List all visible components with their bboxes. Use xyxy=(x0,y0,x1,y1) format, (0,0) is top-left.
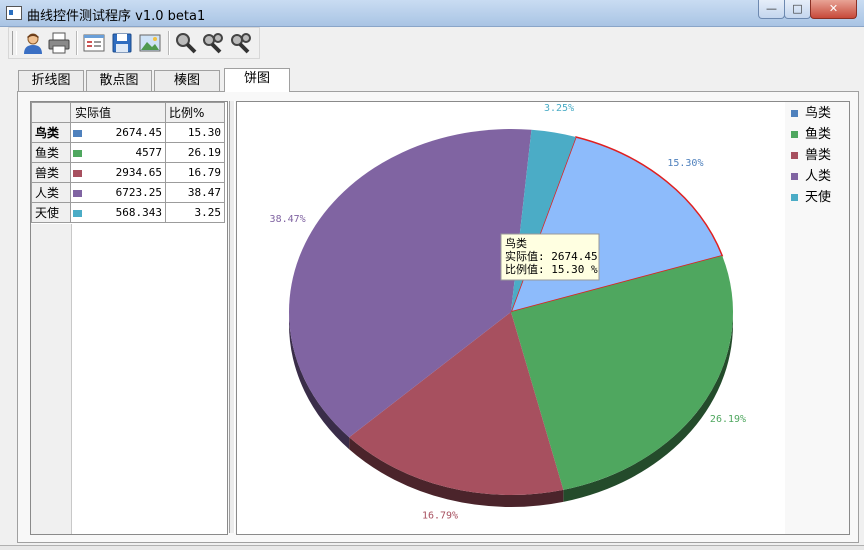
color-swatch-icon xyxy=(73,149,82,157)
legend-swatch-icon xyxy=(791,173,798,180)
color-cell[interactable] xyxy=(70,202,83,223)
row-header[interactable]: 天使 xyxy=(31,202,71,223)
zoom-icon[interactable] xyxy=(174,31,198,55)
pie-percent-label: 16.79% xyxy=(422,510,458,521)
chart-legend: 鸟类鱼类兽类人类天使 xyxy=(790,103,831,208)
status-bar xyxy=(0,545,864,550)
splitter-handle[interactable] xyxy=(229,101,235,533)
row-header[interactable]: 兽类 xyxy=(31,162,71,183)
user-icon[interactable] xyxy=(21,31,45,55)
corner-cell[interactable] xyxy=(31,102,71,123)
pie-percent-label: 15.30% xyxy=(667,158,703,169)
value-cell[interactable]: 4577 xyxy=(83,142,166,163)
app-icon xyxy=(6,6,22,20)
color-cell[interactable] xyxy=(70,122,83,143)
color-swatch-icon xyxy=(73,189,82,197)
percent-cell[interactable]: 38.47 xyxy=(165,182,225,203)
pie-percent-label: 38.47% xyxy=(270,214,306,225)
toolbar-separator xyxy=(76,31,78,55)
row-header[interactable]: 鸟类 xyxy=(31,122,71,143)
value-cell[interactable]: 6723.25 xyxy=(83,182,166,203)
legend-label: 鸟类 xyxy=(805,106,832,121)
print-icon[interactable] xyxy=(47,31,71,55)
data-table: 实际值 比例% 鸟类 2674.45 15.30 鱼类 4577 26.19 兽类 2934.… xyxy=(31,102,225,223)
save-icon[interactable] xyxy=(110,31,134,55)
legend-item[interactable]: 鸟类 xyxy=(790,103,831,124)
color-cell[interactable] xyxy=(70,142,83,163)
legend-item[interactable]: 天使 xyxy=(790,187,831,208)
color-swatch-icon xyxy=(73,129,82,137)
close-button[interactable]: ✕ xyxy=(810,0,857,19)
table-header-row: 实际值 比例% xyxy=(31,102,225,123)
percent-cell[interactable]: 3.25 xyxy=(165,202,225,223)
row-header[interactable]: 人类 xyxy=(31,182,71,203)
window-title: 曲线控件测试程序 v1.0 beta1 xyxy=(27,9,206,24)
tooltip-line: 实际值: 2674.45 xyxy=(505,249,598,263)
pie-chart[interactable]: 15.30%26.19%16.79%38.47%3.25%鸟类实际值: 2674… xyxy=(237,102,849,534)
legend-swatch-icon xyxy=(791,194,798,201)
column-header-percent[interactable]: 比例% xyxy=(165,102,225,123)
pie-percent-label: 3.25% xyxy=(544,103,574,114)
legend-label: 天使 xyxy=(805,190,832,205)
toolbar-grip-icon[interactable] xyxy=(12,31,17,55)
legend-item[interactable]: 鱼类 xyxy=(790,124,831,145)
tab-bar-chart[interactable]: 楱图 xyxy=(154,70,220,91)
legend-item[interactable]: 人类 xyxy=(790,166,831,187)
tooltip-title: 鸟类 xyxy=(505,236,527,250)
toolbar-separator xyxy=(168,31,170,55)
legend-swatch-icon xyxy=(791,131,798,138)
zoom-out-icon[interactable] xyxy=(230,31,254,55)
table-row[interactable]: 兽类 2934.65 16.79 xyxy=(31,162,225,183)
table-row-header-area xyxy=(31,224,72,534)
value-cell[interactable]: 568.343 xyxy=(83,202,166,223)
color-cell[interactable] xyxy=(70,182,83,203)
legend-label: 人类 xyxy=(805,169,832,184)
title-bar[interactable]: 曲线控件测试程序 v1.0 beta1 — □ ✕ xyxy=(0,0,864,27)
data-table-panel: 实际值 比例% 鸟类 2674.45 15.30 鱼类 4577 26.19 兽类 2934.… xyxy=(30,101,228,535)
legend-label: 兽类 xyxy=(805,148,832,163)
table-row[interactable]: 人类 6723.25 38.47 xyxy=(31,182,225,203)
color-swatch-icon xyxy=(73,169,82,177)
app-window: 曲线控件测试程序 v1.0 beta1 — □ ✕ 折线图 散点图 楱图 饼图 … xyxy=(0,0,864,550)
percent-cell[interactable]: 15.30 xyxy=(165,122,225,143)
form-icon[interactable] xyxy=(82,31,106,55)
row-header[interactable]: 鱼类 xyxy=(31,142,71,163)
table-row[interactable]: 天使 568.343 3.25 xyxy=(31,202,225,223)
toolbar xyxy=(8,27,260,59)
legend-item[interactable]: 兽类 xyxy=(790,145,831,166)
legend-swatch-icon xyxy=(791,110,798,117)
table-row[interactable]: 鸟类 2674.45 15.30 xyxy=(31,122,225,143)
image-icon[interactable] xyxy=(138,31,162,55)
tab-pie-chart[interactable]: 饼图 xyxy=(224,68,290,92)
chart-panel: 15.30% 26.19% 16.79% 38.47% 3.25% 鸟类 实际值: 2674… xyxy=(236,101,850,535)
value-cell[interactable]: 2934.65 xyxy=(83,162,166,183)
maximize-button[interactable]: □ xyxy=(784,0,811,19)
value-cell[interactable]: 2674.45 xyxy=(83,122,166,143)
minimize-button[interactable]: — xyxy=(758,0,785,19)
legend-swatch-icon xyxy=(791,152,798,159)
percent-cell[interactable]: 16.79 xyxy=(165,162,225,183)
color-swatch-icon xyxy=(73,209,82,217)
percent-cell[interactable]: 26.19 xyxy=(165,142,225,163)
pie-percent-label: 26.19% xyxy=(710,414,746,425)
table-row[interactable]: 鱼类 4577 26.19 xyxy=(31,142,225,163)
legend-label: 鱼类 xyxy=(805,127,832,142)
color-cell[interactable] xyxy=(70,162,83,183)
tooltip-line: 比例值: 15.30 % xyxy=(505,262,598,276)
tab-line-chart[interactable]: 折线图 xyxy=(18,70,84,91)
tab-scatter-chart[interactable]: 散点图 xyxy=(86,70,152,91)
zoom-in-icon[interactable] xyxy=(202,31,226,55)
column-header-value[interactable]: 实际值 xyxy=(70,102,166,123)
